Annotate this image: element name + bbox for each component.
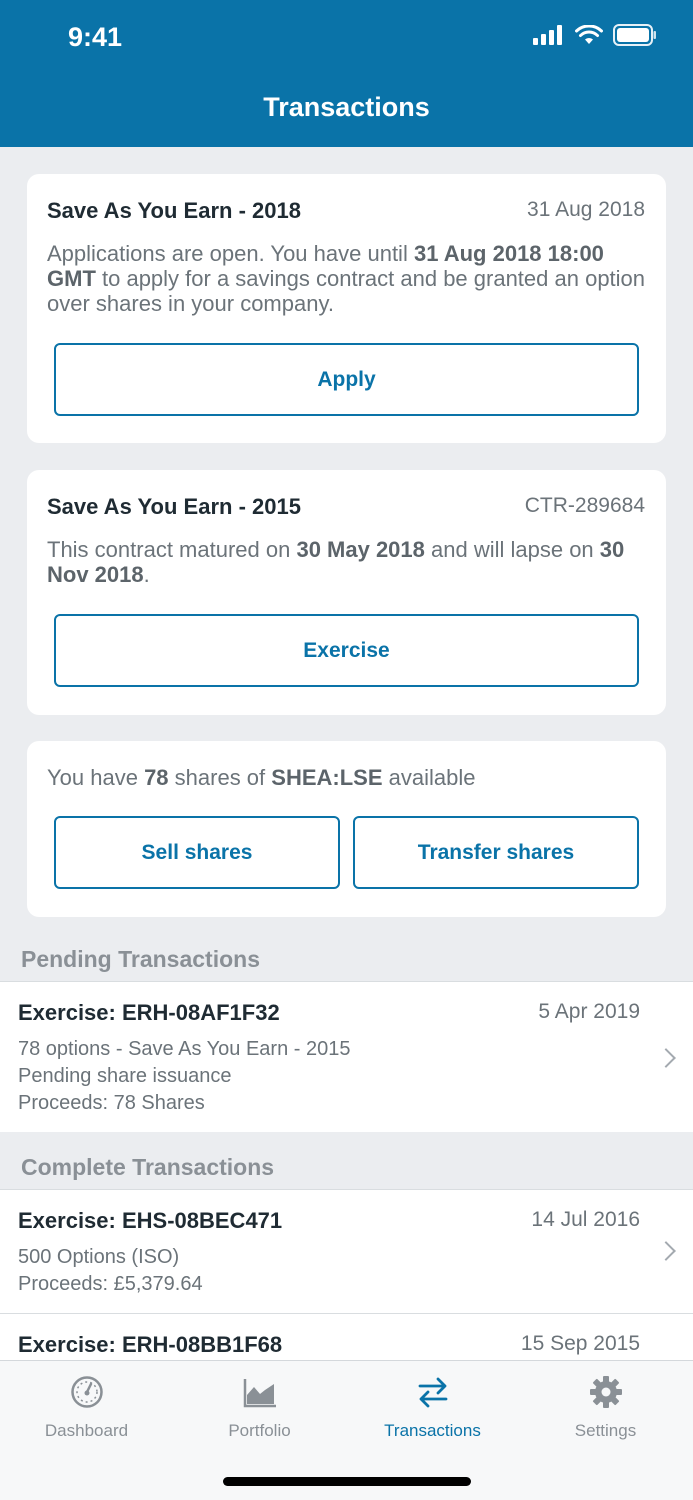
exercise-button[interactable]: Exercise <box>54 614 639 687</box>
card-description: This contract matured on 30 May 2018 and… <box>47 537 646 587</box>
complete-section-title: Complete Transactions <box>21 1154 275 1180</box>
card-title: Save As You Earn - 2015 <box>47 494 301 519</box>
transaction-title: Exercise: ERH-08AF1F32 <box>18 1000 280 1025</box>
tab-portfolio[interactable]: Portfolio <box>173 1361 346 1461</box>
home-indicator <box>223 1477 471 1486</box>
battery-icon <box>613 24 656 46</box>
transactions-content[interactable]: Save As You Earn - 2018 31 Aug 2018 Appl… <box>0 147 693 1360</box>
page-title: Transactions <box>263 92 430 122</box>
transaction-date: 14 Jul 2016 <box>531 1208 640 1231</box>
summary-text: shares of <box>168 765 272 790</box>
chevron-right-icon <box>656 1048 676 1068</box>
matured-date: 30 May 2018 <box>296 537 425 562</box>
description-text: to apply for a savings contract and be g… <box>47 266 646 316</box>
status-icons <box>533 24 657 46</box>
pending-section-title: Pending Transactions <box>21 946 260 972</box>
transaction-detail: 78 options - Save As You Earn - 2015 <box>18 1038 351 1060</box>
transaction-status: Pending share issuance <box>18 1065 232 1087</box>
shares-summary: You have 78 shares of SHEA:LSE available <box>47 765 646 790</box>
sell-shares-button[interactable]: Sell shares <box>54 816 340 889</box>
chevron-right-icon <box>656 1241 676 1261</box>
transfer-shares-button[interactable]: Transfer shares <box>353 816 639 889</box>
description-text: This contract matured on <box>47 537 297 562</box>
saye-2015-card: Save As You Earn - 2015 CTR-289684 This … <box>27 470 666 715</box>
card-title: Save As You Earn - 2018 <box>47 198 301 223</box>
card-description: Applications are open. You have until 31… <box>47 241 646 316</box>
transaction-row[interactable]: Exercise: ERH-08AF1F32 5 Apr 2019 78 opt… <box>0 981 693 1132</box>
description-text: and will lapse on <box>424 537 600 562</box>
gear-icon <box>590 1376 622 1408</box>
transaction-detail: 500 Options (ISO) <box>18 1246 180 1268</box>
transaction-row[interactable]: Exercise: ERH-08BB1F68 15 Sep 2015 <box>0 1313 693 1360</box>
swap-arrows-icon <box>418 1377 448 1408</box>
status-time: 9:41 <box>68 22 123 52</box>
card-date: 31 Aug 2018 <box>527 198 645 221</box>
transaction-title: Exercise: ERH-08BB1F68 <box>18 1332 283 1357</box>
transaction-date: 15 Sep 2015 <box>520 1332 640 1355</box>
tab-label: Settings <box>574 1421 637 1440</box>
tab-label: Dashboard <box>44 1421 129 1440</box>
saye-2018-card: Save As You Earn - 2018 31 Aug 2018 Appl… <box>27 174 666 443</box>
available-shares-card: You have 78 shares of SHEA:LSE available… <box>27 741 666 917</box>
tab-label: Transactions <box>384 1421 481 1440</box>
description-text: Applications are open. You have until <box>47 241 414 266</box>
cellular-signal-icon <box>533 25 562 45</box>
share-ticker: SHEA:LSE <box>271 765 383 790</box>
chart-icon <box>243 1379 276 1408</box>
app-header: 9:41 Transactions <box>0 0 693 147</box>
tab-transactions[interactable]: Transactions <box>346 1361 519 1461</box>
transaction-proceeds: Proceeds: £5,379.64 <box>18 1273 203 1295</box>
contract-reference: CTR-289684 <box>524 494 645 517</box>
summary-text: available <box>382 765 476 790</box>
tab-dashboard[interactable]: Dashboard <box>0 1361 173 1461</box>
description-text: . <box>143 562 150 587</box>
share-count: 78 <box>144 765 169 790</box>
transaction-row[interactable]: Exercise: EHS-08BEC471 14 Jul 2016 500 O… <box>0 1189 693 1314</box>
summary-text: You have <box>47 765 145 790</box>
tab-settings[interactable]: Settings <box>519 1361 692 1461</box>
tab-label: Portfolio <box>228 1421 291 1440</box>
transaction-title: Exercise: EHS-08BEC471 <box>18 1208 283 1233</box>
gauge-icon <box>71 1376 103 1408</box>
apply-button[interactable]: Apply <box>54 343 639 416</box>
transaction-proceeds: Proceeds: 78 Shares <box>18 1092 205 1114</box>
wifi-icon <box>575 25 603 44</box>
transaction-date: 5 Apr 2019 <box>538 1000 640 1023</box>
